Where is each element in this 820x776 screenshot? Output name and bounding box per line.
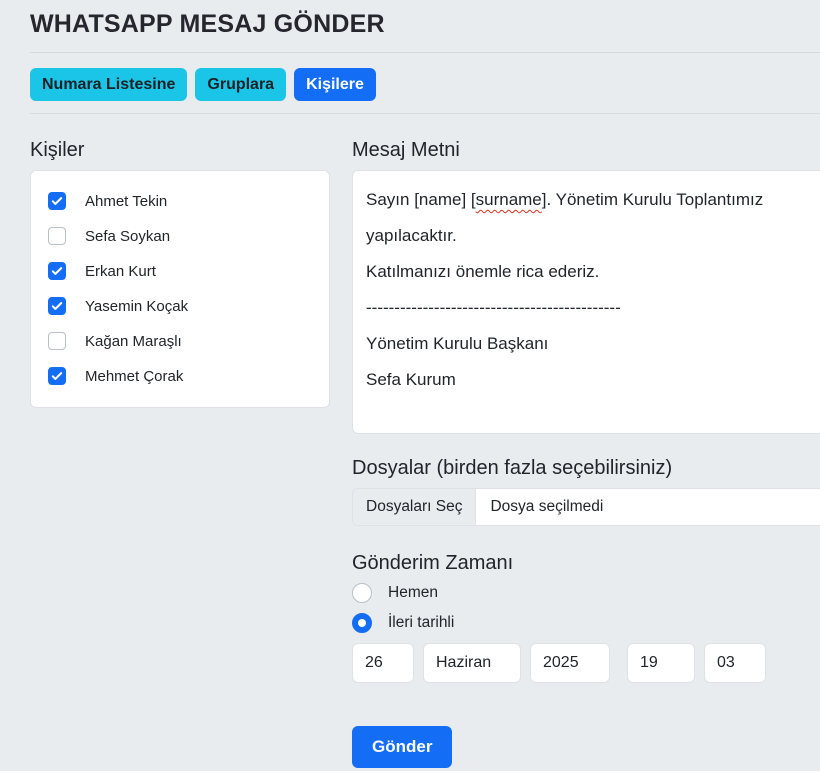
contact-row: Ahmet Tekin [48, 192, 313, 210]
message-line: Katılmanızı önemle rica ederiz. [366, 254, 820, 290]
page-content: WHATSAPP MESAJ GÖNDER Numara Listesine G… [0, 8, 820, 768]
file-select-button[interactable]: Dosyaları Seç [353, 489, 476, 525]
contact-checkbox[interactable] [48, 367, 66, 385]
files-heading: Dosyalar (birden fazla seçebilirsiniz) [352, 457, 820, 479]
tab-kisilere[interactable]: Kişilere [294, 68, 376, 101]
main-area: Kişiler Ahmet Tekin Sefa Soykan Erkan Kurt… [30, 139, 820, 768]
month-input[interactable] [423, 643, 521, 683]
message-heading: Mesaj Metni [352, 139, 820, 161]
file-input[interactable]: Dosyaları Seç Dosya seçilmedi [352, 488, 820, 526]
file-status-text: Dosya seçilmedi [476, 489, 603, 525]
contact-row: Erkan Kurt [48, 262, 313, 280]
tab-numara-listesine[interactable]: Numara Listesine [30, 68, 187, 101]
check-icon [51, 265, 63, 277]
contact-row: Sefa Soykan [48, 227, 313, 245]
radio-ileri-tarihli-label: İleri tarihli [388, 614, 454, 632]
check-icon [51, 370, 63, 382]
tab-row: Numara Listesine Gruplara Kişilere [30, 68, 820, 101]
radio-hemen-label: Hemen [388, 584, 438, 602]
schedule-option-hemen: Hemen [352, 583, 820, 603]
contact-name: Yasemin Koçak [85, 298, 188, 315]
tab-gruplara[interactable]: Gruplara [195, 68, 286, 101]
message-line: Sefa Kurum [366, 362, 820, 398]
contacts-column: Kişiler Ahmet Tekin Sefa Soykan Erkan Kurt… [30, 139, 330, 768]
contact-row: Mehmet Çorak [48, 367, 313, 385]
contact-name: Kağan Maraşlı [85, 333, 182, 350]
year-input[interactable] [530, 643, 610, 683]
message-column: Mesaj Metni Sayın [name] [surname]. Yöne… [352, 139, 820, 768]
message-line: Yönetim Kurulu Başkanı [366, 326, 820, 362]
check-icon [51, 195, 63, 207]
contact-checkbox[interactable] [48, 227, 66, 245]
contacts-heading: Kişiler [30, 139, 330, 161]
radio-ileri-tarihli[interactable] [352, 613, 372, 633]
message-line: Sayın [name] [surname]. Yönetim Kurulu T… [366, 182, 820, 218]
hour-input[interactable] [627, 643, 695, 683]
page-background: WHATSAPP MESAJ GÖNDER Numara Listesine G… [0, 0, 820, 771]
schedule-option-ileri-tarihli: İleri tarihli [352, 613, 820, 633]
contact-name: Erkan Kurt [85, 263, 156, 280]
send-button[interactable]: Gönder [352, 726, 452, 768]
contact-checkbox[interactable] [48, 192, 66, 210]
contact-name: Mehmet Çorak [85, 368, 183, 385]
contacts-list: Ahmet Tekin Sefa Soykan Erkan Kurt Yasemin … [30, 170, 330, 408]
contact-name: Sefa Soykan [85, 228, 170, 245]
divider-top [30, 52, 820, 53]
page-title: WHATSAPP MESAJ GÖNDER [30, 8, 820, 41]
schedule-heading: Gönderim Zamanı [352, 552, 820, 574]
datetime-row [352, 643, 820, 683]
message-textarea[interactable]: Sayın [name] [surname]. Yönetim Kurulu T… [352, 170, 820, 434]
contact-name: Ahmet Tekin [85, 193, 167, 210]
message-line: ----------------------------------------… [366, 290, 820, 326]
contact-checkbox[interactable] [48, 332, 66, 350]
contact-checkbox[interactable] [48, 262, 66, 280]
check-icon [51, 300, 63, 312]
divider-bottom [30, 113, 820, 114]
radio-hemen[interactable] [352, 583, 372, 603]
minute-input[interactable] [704, 643, 766, 683]
day-input[interactable] [352, 643, 414, 683]
misspelled-word: surname [476, 190, 542, 209]
contact-row: Yasemin Koçak [48, 297, 313, 315]
contact-row: Kağan Maraşlı [48, 332, 313, 350]
message-line: yapılacaktır. [366, 218, 820, 254]
contact-checkbox[interactable] [48, 297, 66, 315]
